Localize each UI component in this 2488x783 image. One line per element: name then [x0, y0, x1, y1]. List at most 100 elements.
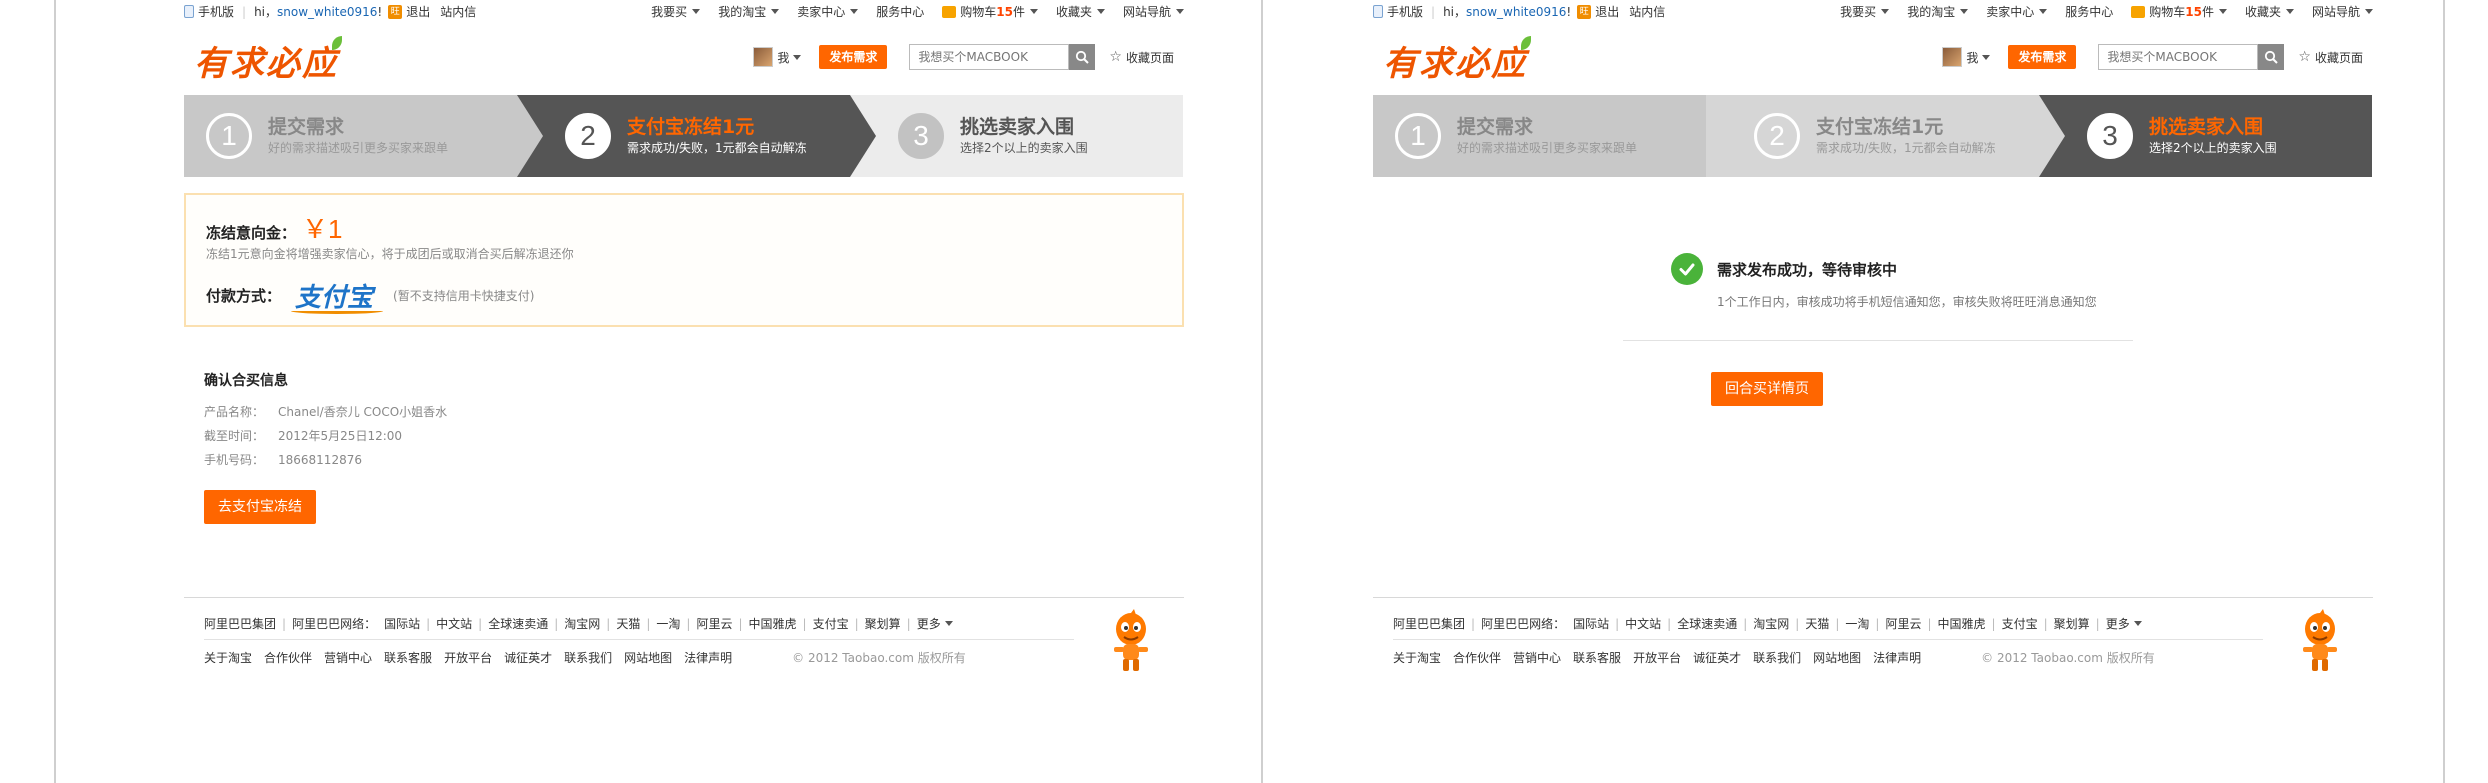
search-input[interactable] [909, 44, 1070, 70]
footer-link[interactable]: 营销中心 [1513, 649, 1561, 666]
menu-seller-center[interactable]: 卖家中心 [1986, 3, 2048, 20]
footer-link[interactable]: 更多 [2106, 615, 2130, 632]
me-menu[interactable]: 我 [1966, 49, 1991, 66]
menu-service-center[interactable]: 服务中心 [2065, 3, 2113, 20]
step-desc: 好的需求描述吸引更多买家来跟单 [268, 141, 449, 155]
footer-link[interactable]: 中文站 [1625, 615, 1661, 632]
footer-link[interactable]: 关于淘宝 [1393, 649, 1441, 666]
menu-want-buy[interactable]: 我要买 [1840, 3, 1890, 20]
footer-link[interactable]: 全球速卖通 [1677, 615, 1737, 632]
menu-cart[interactable]: 购物车 15 件 [2131, 3, 2227, 20]
back-to-detail-button[interactable]: 回合买详情页 [1711, 372, 1823, 406]
footer-link[interactable]: 联系我们 [564, 649, 612, 666]
go-alipay-freeze-button[interactable]: 去支付宝冻结 [204, 490, 316, 524]
username-link[interactable]: snow_white0916 [277, 5, 377, 19]
footer-link[interactable]: 网站地图 [624, 649, 672, 666]
search-button[interactable] [1069, 44, 1096, 70]
mascot-icon [1114, 609, 1148, 671]
menu-cart[interactable]: 购物车 15 件 [942, 3, 1038, 20]
footer-link[interactable]: 天猫 [1805, 615, 1829, 632]
wangwang-icon[interactable]: 旺 [388, 4, 403, 19]
confirm-title: 确认合买信息 [204, 373, 288, 389]
bookmark-page-link[interactable]: ☆ 收藏页面 [1109, 49, 1174, 66]
me-menu[interactable]: 我 [777, 49, 802, 66]
logo[interactable]: 有求必应 [1383, 36, 1531, 85]
footer-link[interactable]: 阿里巴巴集团 [204, 615, 276, 632]
search-icon [2265, 50, 2279, 64]
footer-link[interactable]: 诚征英才 [1693, 649, 1741, 666]
mobile-link[interactable]: 手机版 [198, 3, 234, 20]
step-number: 2 [1754, 113, 1800, 159]
chevron-down-icon [793, 54, 802, 60]
step-desc: 选择2个以上的卖家入围 [960, 141, 1088, 155]
footer-link[interactable]: 联系客服 [1573, 649, 1621, 666]
footer-link[interactable]: 一淘 [656, 615, 680, 632]
footer-link[interactable]: 阿里巴巴集团 [1393, 615, 1465, 632]
footer-link[interactable]: 支付宝 [2002, 615, 2038, 632]
footer-link[interactable]: 关于淘宝 [204, 649, 252, 666]
footer-link[interactable]: 天猫 [616, 615, 640, 632]
menu-service-center[interactable]: 服务中心 [876, 3, 924, 20]
step-number: 2 [565, 113, 611, 159]
footer-link[interactable]: 联系客服 [384, 649, 432, 666]
footer-link[interactable]: 淘宝网 [564, 615, 600, 632]
footer-link[interactable]: 淘宝网 [1753, 615, 1789, 632]
footer-link[interactable]: 中文站 [436, 615, 472, 632]
footer-link[interactable]: 全球速卖通 [488, 615, 548, 632]
bookmark-page-link[interactable]: ☆ 收藏页面 [2298, 49, 2363, 66]
username-link[interactable]: snow_white0916 [1466, 5, 1566, 19]
footer-link[interactable]: 聚划算 [2054, 615, 2090, 632]
footer-link[interactable]: 诚征英才 [504, 649, 552, 666]
footer-link[interactable]: 合作伙伴 [264, 649, 312, 666]
menu-favorites[interactable]: 收藏夹 [1056, 3, 1105, 20]
menu-my-taobao[interactable]: 我的淘宝 [1907, 3, 1969, 20]
messages-link[interactable]: 站内信 [1629, 3, 1665, 20]
mobile-link[interactable]: 手机版 [1387, 3, 1423, 20]
logo[interactable]: 有求必应 [194, 36, 342, 85]
step-number: 3 [2087, 113, 2133, 159]
menu-favorites[interactable]: 收藏夹 [2245, 3, 2294, 20]
footer-link[interactable]: 营销中心 [324, 649, 372, 666]
footer-link[interactable]: 更多 [917, 615, 941, 632]
publish-request-button[interactable]: 发布需求 [2008, 45, 2077, 69]
footer-link[interactable]: 中国雅虎 [749, 615, 797, 632]
logout-link[interactable]: 退出 [1595, 3, 1619, 20]
messages-link[interactable]: 站内信 [440, 3, 476, 20]
chevron-down-icon [1176, 9, 1184, 14]
step-number: 1 [1395, 113, 1441, 159]
alipay-logo: 支付宝 [291, 277, 384, 314]
footer-link[interactable]: 合作伙伴 [1453, 649, 1501, 666]
footer-link[interactable]: 国际站 [1573, 615, 1609, 632]
search-button[interactable] [2258, 44, 2285, 70]
menu-site-nav[interactable]: 网站导航 [1123, 3, 1184, 20]
wangwang-icon[interactable]: 旺 [1577, 4, 1592, 19]
footer-link[interactable]: 网站地图 [1813, 649, 1861, 666]
footer-link[interactable]: 法律声明 [684, 649, 732, 666]
chevron-down-icon [944, 621, 953, 626]
footer-link[interactable]: 国际站 [384, 615, 420, 632]
logout-link[interactable]: 退出 [406, 3, 430, 20]
footer-link[interactable]: 聚划算 [865, 615, 901, 632]
publish-request-button[interactable]: 发布需求 [819, 45, 888, 69]
avatar[interactable] [1942, 47, 1963, 67]
copyright: © 2012 Taobao.com 版权所有 [1981, 651, 2155, 665]
footer-link[interactable]: 支付宝 [813, 615, 849, 632]
step-desc: 需求成功/失败，1元都会自动解冻 [627, 141, 807, 155]
chevron-down-icon [1960, 9, 1969, 14]
cart-count: 15 [996, 4, 1013, 19]
chevron-down-icon [1029, 9, 1038, 14]
footer-link[interactable]: 阿里云 [1885, 615, 1921, 632]
footer-link[interactable]: 法律声明 [1873, 649, 1921, 666]
footer-link[interactable]: 中国雅虎 [1938, 615, 1986, 632]
footer-link[interactable]: 联系我们 [1753, 649, 1801, 666]
search-input[interactable] [2098, 44, 2259, 70]
avatar[interactable] [753, 47, 774, 67]
menu-seller-center[interactable]: 卖家中心 [797, 3, 859, 20]
menu-site-nav[interactable]: 网站导航 [2312, 3, 2373, 20]
footer-link[interactable]: 一淘 [1845, 615, 1869, 632]
menu-want-buy[interactable]: 我要买 [651, 3, 701, 20]
footer-link[interactable]: 开放平台 [1633, 649, 1681, 666]
footer-link[interactable]: 阿里云 [696, 615, 732, 632]
footer-link[interactable]: 开放平台 [444, 649, 492, 666]
menu-my-taobao[interactable]: 我的淘宝 [718, 3, 780, 20]
